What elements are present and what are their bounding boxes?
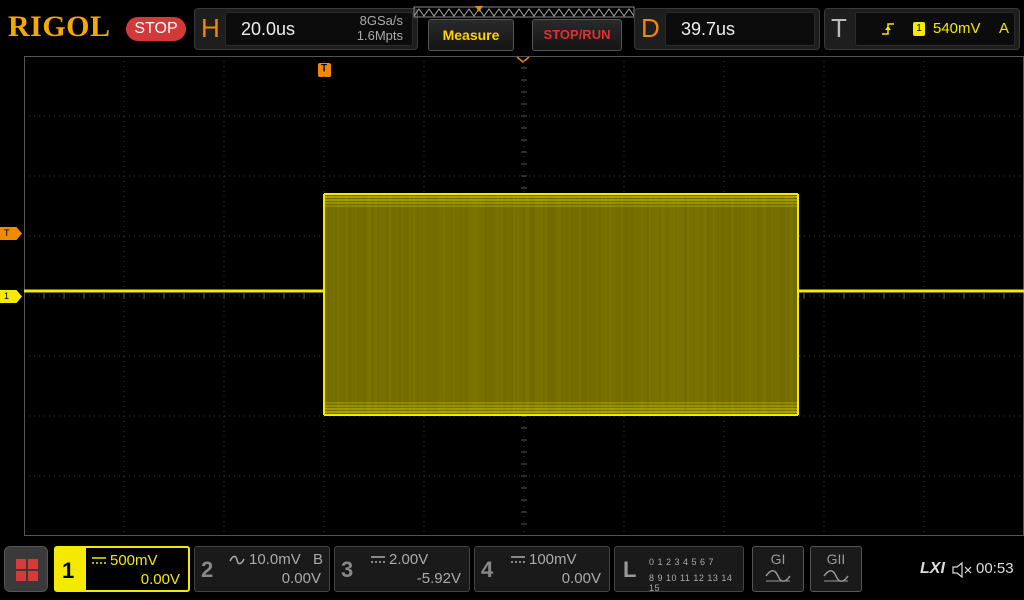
channel1-waveform xyxy=(24,193,1024,416)
channel4-number: 4 xyxy=(481,557,494,582)
trigger-label: T xyxy=(831,13,847,43)
menu-grid-icon xyxy=(16,559,38,581)
timebase-value: 20.0us xyxy=(241,19,296,39)
trigger-level-marker-label: T xyxy=(4,228,10,238)
lxi-logo: LXI xyxy=(920,560,945,577)
rising-edge-icon xyxy=(882,23,894,35)
horizontal-label: H xyxy=(201,13,220,43)
channel3-scale: 2.00V xyxy=(389,551,429,568)
trigger-panel[interactable]: T 1 540mV A xyxy=(824,8,1020,50)
channel2-number: 2 xyxy=(201,557,214,582)
decoder-wave-icon xyxy=(823,570,849,582)
channel2-bw-flag: B xyxy=(312,551,323,568)
logic-channels-row1: 0 1 2 3 4 5 6 7 xyxy=(649,557,715,567)
bottom-bar: 1 500mV 0.00V 2 10.0mV B 0.00V 3 2.00V -… xyxy=(0,540,1024,600)
delay-panel[interactable]: D 39.7us xyxy=(634,8,820,50)
logic-channels-row2: 8 9 10 11 12 13 14 15 xyxy=(649,573,733,593)
channel2-scale: 10.0mV xyxy=(249,551,301,568)
ac-coupling-icon xyxy=(229,555,245,565)
top-bar: RIGOL STOP H 20.0us 8GSa/s 1.6Mpts Measu… xyxy=(0,0,1024,56)
channel1-offset: 0.00V xyxy=(140,571,180,588)
memory-position-strip xyxy=(413,6,635,18)
trigger-level-marker[interactable]: T xyxy=(0,227,22,240)
channel1-marker-label: 1 xyxy=(4,291,10,301)
channel1-number: 1 xyxy=(62,558,75,583)
trigger-mode-value: A xyxy=(999,20,1010,37)
delay-value: 39.7us xyxy=(681,19,736,39)
decoder1-label: GI xyxy=(770,551,786,567)
channel3-box[interactable]: 3 2.00V -5.92V xyxy=(334,546,470,592)
decoder1-button[interactable]: GI xyxy=(752,546,804,592)
channel4-box[interactable]: 4 100mV 0.00V xyxy=(474,546,610,592)
trigger-source-badge: 1 xyxy=(913,22,925,36)
speaker-muted-icon[interactable] xyxy=(952,562,972,578)
dc-coupling-icon xyxy=(371,556,385,563)
clock-time: 00:53 xyxy=(976,560,1014,577)
dc-coupling-icon xyxy=(92,557,106,564)
channel1-scale: 500mV xyxy=(110,552,158,569)
burst-body xyxy=(324,194,798,415)
channel4-offset: 0.00V xyxy=(561,570,601,587)
channel3-number: 3 xyxy=(341,557,354,582)
run-state-badge[interactable]: STOP xyxy=(126,17,186,41)
trigger-level-value: 540mV xyxy=(933,20,981,37)
logic-analyzer-box[interactable]: L 0 1 2 3 4 5 6 7 8 9 10 11 12 13 14 15 xyxy=(614,546,744,593)
decoder2-label: GII xyxy=(826,551,846,567)
channel2-box[interactable]: 2 10.0mV B 0.00V xyxy=(194,546,330,592)
memory-depth-value: 1.6Mpts xyxy=(356,28,403,43)
horizontal-panel[interactable]: H 20.0us 8GSa/s 1.6Mpts xyxy=(194,8,418,50)
channel2-offset: 0.00V xyxy=(281,570,321,587)
rigol-logo: RIGOL xyxy=(8,10,111,43)
sample-rate-value: 8GSa/s xyxy=(359,13,403,28)
measure-button[interactable]: Measure xyxy=(428,19,514,51)
main-menu-button[interactable] xyxy=(4,546,48,592)
stop-run-button[interactable]: STOP/RUN xyxy=(532,19,622,51)
channel1-offset-marker[interactable]: 1 xyxy=(0,290,22,303)
dc-coupling-icon xyxy=(511,556,525,563)
delay-label: D xyxy=(641,13,660,43)
waveform-display[interactable] xyxy=(24,56,1024,536)
channel1-box[interactable]: 1 500mV 0.00V xyxy=(54,546,190,592)
decoder2-button[interactable]: GII xyxy=(810,546,862,592)
channel3-offset: -5.92V xyxy=(416,570,461,587)
decoder-wave-icon xyxy=(765,570,791,582)
logic-analyzer-label: L xyxy=(623,557,637,582)
channel4-scale: 100mV xyxy=(529,551,577,568)
